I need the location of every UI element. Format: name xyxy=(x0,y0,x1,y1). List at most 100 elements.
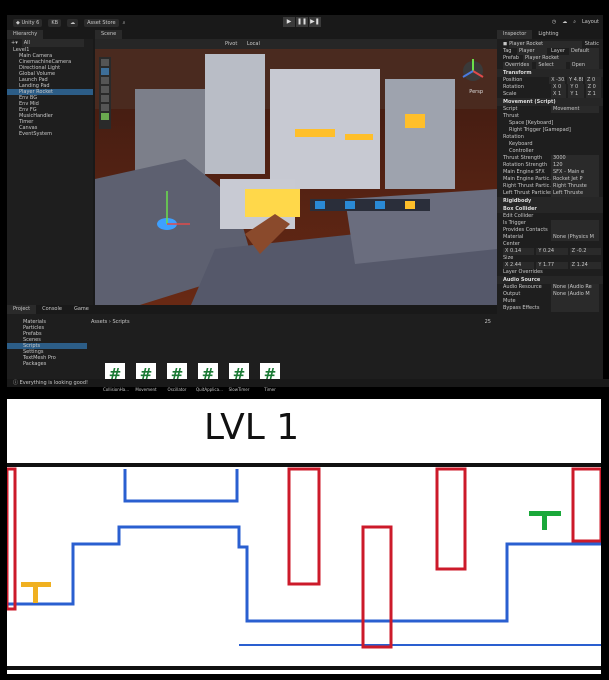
script-asset[interactable]: # Oscillator xyxy=(165,363,189,392)
position-fields[interactable]: X -30.2Y 4.88Z 0 xyxy=(549,77,603,84)
field-value[interactable]: None (Audio M xyxy=(551,291,599,298)
search-icon[interactable]: ⌕ xyxy=(123,20,126,26)
vector-component[interactable]: Y 0.24 xyxy=(536,248,568,255)
main-toolbar: ◆ Unity 6 KB ☁ Asset Store ⌕ ▶ ❚❚ ▶❚ ◷ ☁… xyxy=(7,15,603,30)
layout-dropdown[interactable]: Layout xyxy=(582,17,599,27)
vector-component[interactable]: Y 4.88 xyxy=(567,77,584,84)
open-button[interactable]: Open xyxy=(569,62,599,69)
tab-project[interactable]: Project xyxy=(7,305,37,314)
vector-component[interactable]: X -30.2 xyxy=(549,77,566,84)
scene-toolbar: Pivot Local xyxy=(95,39,497,49)
size-fields[interactable]: X 2.44 Y 1.77 Z 1.24 xyxy=(503,262,603,269)
rect-tool-icon[interactable] xyxy=(101,95,109,102)
inspector-panel: Inspector Lighting ◼ Player Rocket Stati… xyxy=(497,30,603,379)
field-value[interactable]: Rocket Jet P xyxy=(551,176,599,183)
object-name[interactable]: Player Rocket xyxy=(509,41,582,48)
script-asset[interactable]: # CollisionHa... xyxy=(103,363,129,392)
field-value[interactable]: SFX - Main e xyxy=(551,169,599,176)
edit-collider-button[interactable]: Edit Collider xyxy=(503,213,551,220)
rotation-fields[interactable]: X 0Y 0Z 0 xyxy=(551,84,603,91)
tab-lighting[interactable]: Lighting xyxy=(532,30,564,39)
vector-component[interactable]: X 0 xyxy=(551,84,567,91)
field-value[interactable]: Right Thruste xyxy=(551,183,599,190)
vector-component[interactable]: Z 0 xyxy=(585,77,602,84)
audio-source-header[interactable]: Audio Source xyxy=(497,276,603,284)
unity-menu[interactable]: ◆ Unity 6 xyxy=(13,18,43,27)
folder-item[interactable]: Packages xyxy=(7,361,87,367)
tag-dropdown[interactable]: Player xyxy=(517,48,547,55)
add-icon[interactable]: +▾ xyxy=(11,39,18,47)
hierarchy-search[interactable]: All xyxy=(21,39,84,47)
field-label: Provides Contacts xyxy=(503,227,548,233)
search-global-icon[interactable]: ⌕ xyxy=(573,17,576,27)
cloud-icon[interactable]: ☁ xyxy=(67,18,79,27)
script-asset[interactable]: # Movement xyxy=(134,363,158,392)
move-tool-icon[interactable] xyxy=(101,68,109,75)
field-value[interactable]: Left Thruste xyxy=(551,190,599,197)
rigidbody-header[interactable]: Rigidbody xyxy=(497,197,603,205)
static-toggle[interactable]: Static xyxy=(585,41,599,48)
script-field[interactable]: Movement xyxy=(551,106,599,113)
persp-label[interactable]: Persp xyxy=(469,89,483,95)
vector-component[interactable]: X 2.44 xyxy=(503,262,535,269)
vector-component[interactable]: Y 1.77 xyxy=(536,262,568,269)
layer-overrides-foldout[interactable]: Layer Overrides xyxy=(497,269,603,276)
field-value[interactable] xyxy=(551,305,599,312)
step-icon[interactable]: ▶❚ xyxy=(309,17,321,27)
hierarchy-item[interactable]: EventSystem xyxy=(7,131,93,137)
vector-component[interactable]: X 0.14 xyxy=(503,248,535,255)
account-button[interactable]: KB xyxy=(48,18,62,27)
vector-component[interactable]: Z 0 xyxy=(585,84,601,91)
vector-component[interactable]: X 1 xyxy=(551,91,567,98)
vector-component[interactable]: Z -0.2 xyxy=(569,248,601,255)
pivot-dropdown[interactable]: Pivot xyxy=(225,41,237,47)
scale-tool-icon[interactable] xyxy=(101,86,109,93)
custom-tool-icon[interactable] xyxy=(101,113,109,120)
tab-hierarchy[interactable]: Hierarchy xyxy=(7,30,44,39)
binding-item[interactable]: Right Trigger [Gamepad] xyxy=(497,127,603,134)
field-value[interactable]: 120 xyxy=(551,162,599,169)
scale-fields[interactable]: X 1Y 1Z 1 xyxy=(551,91,603,98)
rotate-tool-icon[interactable] xyxy=(101,77,109,84)
movement-header[interactable]: Movement (Script) xyxy=(497,98,603,106)
pause-icon[interactable]: ❚❚ xyxy=(296,17,308,27)
transform-header[interactable]: Transform xyxy=(497,69,603,77)
center-fields[interactable]: X 0.14 Y 0.24 Z -0.2 xyxy=(503,248,603,255)
layer-dropdown[interactable]: Default xyxy=(569,48,599,55)
vector-component[interactable]: Z 1.24 xyxy=(569,262,601,269)
field-value[interactable]: None (Physics M xyxy=(551,234,599,241)
field-row: Bypass Effects xyxy=(497,305,603,312)
scene-view[interactable]: Persp xyxy=(95,49,497,319)
field-value[interactable] xyxy=(551,298,599,305)
script-asset[interactable]: # QuitApplica... xyxy=(196,363,223,392)
field-value[interactable]: 3000 xyxy=(551,155,599,162)
vector-component[interactable]: Y 0 xyxy=(568,84,584,91)
binding-item[interactable]: Space [Keyboard] xyxy=(497,120,603,127)
script-asset[interactable]: # Timer xyxy=(258,363,282,392)
play-icon[interactable]: ▶ xyxy=(283,17,295,27)
light-panel xyxy=(295,129,335,137)
prefab-field[interactable]: Player Rocket xyxy=(523,55,599,62)
tab-scene[interactable]: Scene xyxy=(95,30,123,39)
history-icon[interactable]: ◷ xyxy=(552,17,556,27)
select-button[interactable]: Select xyxy=(536,62,566,69)
tab-inspector[interactable]: Inspector xyxy=(497,30,533,39)
local-dropdown[interactable]: Local xyxy=(247,41,260,47)
vector-component[interactable]: Y 1 xyxy=(568,91,584,98)
field-value[interactable] xyxy=(551,227,599,234)
tab-console[interactable]: Console xyxy=(36,305,68,314)
overrides-dropdown[interactable]: Overrides xyxy=(503,62,533,69)
cloud-services-icon[interactable]: ☁ xyxy=(562,17,567,27)
asset-store-button[interactable]: Asset Store xyxy=(84,18,119,27)
transform-tool-icon[interactable] xyxy=(101,104,109,111)
field-value[interactable] xyxy=(551,220,599,227)
box-collider-header[interactable]: Box Collider xyxy=(497,205,603,213)
field-value[interactable]: None (Audio Re xyxy=(551,284,599,291)
vector-component[interactable]: Z 1 xyxy=(585,91,601,98)
binding-item[interactable]: Controller xyxy=(497,148,603,155)
tab-game[interactable]: Game xyxy=(68,305,95,314)
binding-item[interactable]: Keyboard xyxy=(497,141,603,148)
field-row: Audio Resource None (Audio Re xyxy=(497,284,603,291)
hand-tool-icon[interactable] xyxy=(101,59,109,66)
script-asset[interactable]: # SlowTimer xyxy=(227,363,251,392)
